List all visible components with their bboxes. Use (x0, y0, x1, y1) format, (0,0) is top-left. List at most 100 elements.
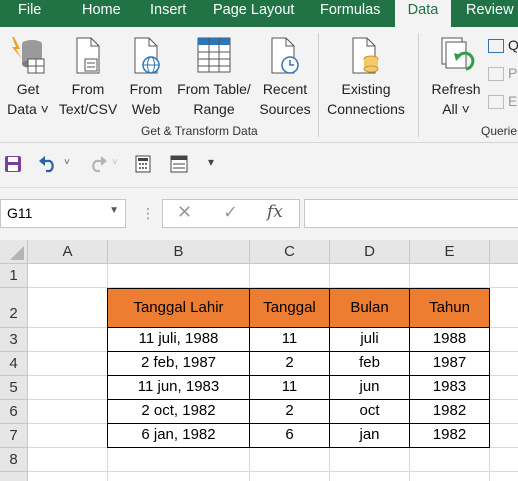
column-header-b[interactable]: B (108, 240, 250, 264)
table-cell[interactable]: feb (329, 351, 410, 376)
row-header-1[interactable]: 1 (0, 264, 28, 288)
cancel-icon[interactable]: ✕ (177, 202, 192, 223)
refresh-all-button[interactable]: Refresh All ˅ (426, 27, 486, 119)
tab-file[interactable]: File (18, 0, 41, 27)
table-cell[interactable]: jan (329, 423, 410, 448)
row-header-2[interactable]: 2 (0, 288, 28, 328)
row-header-6[interactable]: 6 (0, 400, 28, 424)
recent-sources-button[interactable]: Recent Sources (256, 27, 314, 119)
table-cell[interactable]: 6 (249, 423, 330, 448)
table-cell[interactable]: 1982 (409, 423, 490, 448)
from-web-label-1: From (129, 81, 163, 97)
column-header-f[interactable] (490, 240, 518, 264)
table-cell[interactable]: 2 feb, 1987 (107, 351, 250, 376)
redo-dropdown-icon[interactable]: ˅ (112, 157, 118, 168)
formula-buttons: ✕ ✓ fx (162, 199, 300, 228)
table-cell[interactable]: 6 jan, 1982 (107, 423, 250, 448)
from-web-button[interactable]: From Web (124, 27, 168, 119)
row-header-8[interactable]: 8 (0, 448, 28, 472)
form-icon[interactable] (170, 155, 188, 173)
select-all-corner[interactable] (0, 240, 28, 264)
table-cell[interactable]: jun (329, 375, 410, 400)
formula-bar: G11 ▼ ⋮ ✕ ✓ fx (0, 188, 518, 240)
undo-icon[interactable] (38, 155, 60, 173)
table-cell[interactable]: 1983 (409, 375, 490, 400)
insert-function-icon[interactable]: fx (267, 202, 283, 222)
redo-icon[interactable] (86, 155, 108, 173)
column-header-a[interactable]: A (28, 240, 108, 264)
formula-input[interactable] (304, 199, 518, 228)
name-box[interactable]: G11 ▼ (0, 199, 126, 228)
row-header-7[interactable]: 7 (0, 424, 28, 448)
text-file-icon (76, 37, 100, 74)
customize-qat-icon[interactable]: ▾ (208, 155, 214, 169)
table-cell[interactable]: 11 (249, 327, 330, 352)
table-cell[interactable]: 11 juli, 1988 (107, 327, 250, 352)
from-text-csv-button[interactable]: From Text/CSV (56, 27, 120, 119)
from-table-label-1: From Table/ (177, 81, 251, 97)
refresh-icon (441, 37, 475, 71)
connections-icon (352, 37, 379, 74)
queries-label: Q (508, 37, 518, 53)
queries-icon (488, 39, 504, 54)
existing-connections-button[interactable]: Existing Connections (322, 27, 410, 119)
properties-button[interactable]: P (488, 65, 518, 82)
ribbon-divider (318, 33, 319, 137)
undo-dropdown-icon[interactable]: ˅ (64, 157, 70, 168)
column-header-e[interactable]: E (410, 240, 490, 264)
from-table-range-button[interactable]: From Table/ Range (172, 27, 256, 119)
table-cell[interactable]: 11 jun, 1983 (107, 375, 250, 400)
table-header-bulan[interactable]: Bulan (329, 288, 410, 328)
queries-connections-button[interactable]: Q (488, 37, 518, 54)
from-web-label-2: Web (131, 101, 161, 117)
name-box-dropdown-icon[interactable]: ▼ (109, 205, 119, 216)
database-icon (12, 37, 45, 74)
worksheet-grid: A B C D E 1 2 3 4 5 6 7 8 Tanggal Lahir … (0, 240, 518, 481)
recent-sources-label-1: Recent (262, 81, 308, 97)
get-data-label-2: Data ˅ (7, 101, 49, 117)
ribbon-data: Get Data ˅ From Text/CSV From Web From T… (0, 27, 518, 143)
table-cell[interactable]: 11 (249, 375, 330, 400)
enter-icon[interactable]: ✓ (223, 202, 238, 223)
gridline (28, 471, 518, 472)
tab-insert[interactable]: Insert (150, 0, 186, 27)
tab-data[interactable]: Data (395, 0, 451, 27)
row-header-4[interactable]: 4 (0, 352, 28, 376)
row-header-5[interactable]: 5 (0, 376, 28, 400)
ribbon-tab-bar: File Home Insert Page Layout Formulas Da… (0, 0, 518, 27)
group-label-queries: Querie (481, 124, 518, 138)
web-file-icon (134, 37, 160, 74)
table-cell[interactable]: 2 oct, 1982 (107, 399, 250, 424)
table-cell[interactable]: oct (329, 399, 410, 424)
tab-page-layout[interactable]: Page Layout (213, 0, 294, 27)
table-header-tanggal[interactable]: Tanggal (249, 288, 330, 328)
from-table-label-2: Range (193, 101, 235, 117)
table-icon (197, 37, 231, 73)
row-header-9[interactable] (0, 472, 28, 481)
existing-connections-label-2: Connections (327, 101, 405, 117)
column-header-c[interactable]: C (250, 240, 330, 264)
recent-file-icon (271, 37, 299, 74)
tab-formulas[interactable]: Formulas (320, 0, 380, 27)
table-cell[interactable]: 1987 (409, 351, 490, 376)
tab-home[interactable]: Home (82, 0, 121, 27)
table-header-tahun[interactable]: Tahun (409, 288, 490, 328)
column-header-d[interactable]: D (330, 240, 410, 264)
table-cell[interactable]: 1982 (409, 399, 490, 424)
get-data-button[interactable]: Get Data ˅ (4, 27, 52, 119)
select-all-triangle-icon (10, 246, 24, 260)
table-cell[interactable]: 1988 (409, 327, 490, 352)
quick-access-toolbar: ˅ ˅ ▾ (0, 143, 518, 188)
table-cell[interactable]: 2 (249, 351, 330, 376)
existing-connections-label-1: Existing (341, 81, 391, 97)
calculator-icon[interactable] (134, 155, 152, 173)
row-header-3[interactable]: 3 (0, 328, 28, 352)
properties-label: P (508, 65, 518, 81)
save-icon[interactable] (4, 155, 22, 173)
table-header-tanggal-lahir[interactable]: Tanggal Lahir (107, 288, 250, 328)
table-cell[interactable]: juli (329, 327, 410, 352)
edit-links-label: E (508, 93, 518, 109)
tab-review[interactable]: Review (466, 0, 514, 27)
edit-links-button[interactable]: E (488, 93, 518, 110)
table-cell[interactable]: 2 (249, 399, 330, 424)
